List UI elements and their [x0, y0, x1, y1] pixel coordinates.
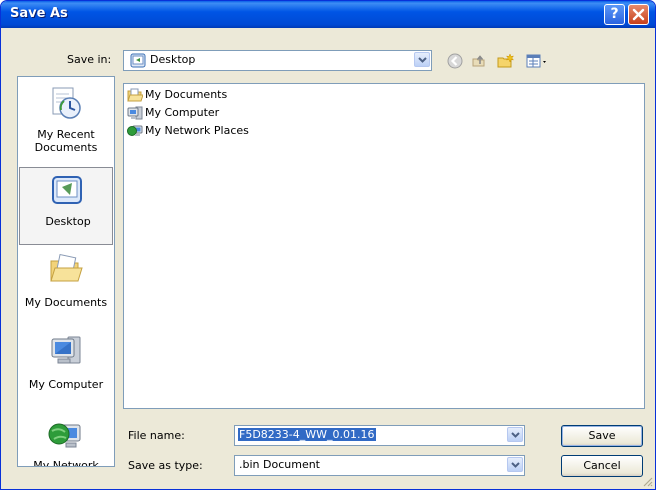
save-as-type-label: Save as type: [128, 459, 203, 472]
file-name-input[interactable]: F5D8233-4_WW_0.01.16 [234, 425, 525, 446]
save-as-type-dropdown[interactable]: .bin Document [234, 455, 525, 476]
place-label: My Network [33, 459, 99, 467]
save-as-type-value: .bin Document [239, 458, 320, 471]
place-label: My Computer [28, 378, 104, 391]
close-icon [632, 8, 645, 21]
desktop-icon [130, 53, 146, 68]
place-my-network[interactable]: My Network [18, 417, 114, 467]
computer-icon [51, 336, 81, 364]
new-folder-icon[interactable] [497, 53, 515, 69]
save-as-type-dropdown-button[interactable] [507, 457, 523, 472]
save-in-value: Desktop [150, 53, 196, 66]
place-desktop[interactable]: Desktop [19, 167, 113, 245]
file-list[interactable]: My Documents My Computer My Network Plac… [123, 83, 645, 409]
file-name: My Network Places [145, 124, 249, 137]
chevron-down-icon [511, 432, 520, 438]
file-name-value: F5D8233-4_WW_0.01.16 [238, 428, 376, 441]
places-bar: My Recent Documents Desktop My Documents [17, 76, 115, 467]
save-button[interactable]: Save [561, 425, 643, 447]
cancel-button[interactable]: Cancel [561, 455, 643, 477]
place-my-computer[interactable]: My Computer [18, 333, 114, 413]
place-label-line2: Documents [34, 141, 98, 154]
resize-grip-icon[interactable] [642, 476, 653, 487]
place-my-recent-documents[interactable]: My Recent Documents [18, 85, 114, 165]
place-label: My Recent [37, 128, 95, 141]
computer-icon [127, 106, 143, 120]
place-label: Desktop [45, 215, 91, 228]
file-name: My Documents [145, 88, 228, 101]
save-in-dropdown-button[interactable] [414, 52, 430, 67]
file-name: My Computer [145, 106, 220, 119]
help-button[interactable]: ? [604, 4, 625, 25]
chevron-down-icon [511, 462, 520, 468]
recent-documents-icon [52, 87, 81, 119]
chevron-down-icon [418, 57, 427, 63]
file-name-dropdown-button[interactable] [507, 427, 523, 442]
up-folder-icon[interactable] [471, 53, 487, 69]
place-my-documents[interactable]: My Documents [18, 251, 114, 331]
window-title: Save As [10, 6, 68, 21]
back-icon[interactable] [447, 53, 463, 69]
documents-folder-icon [127, 88, 143, 102]
view-menu-icon[interactable] [526, 53, 550, 69]
save-in-label: Save in: [67, 53, 112, 66]
desktop-icon [52, 176, 82, 204]
network-icon [48, 423, 81, 448]
close-button[interactable] [628, 4, 649, 25]
place-label: My Documents [24, 296, 108, 309]
save-as-dialog: Save As ? Save in: Desktop My Recent Doc… [0, 0, 656, 490]
title-bar[interactable]: Save As ? [1, 1, 655, 28]
documents-folder-icon [50, 253, 83, 282]
file-name-label: File name: [128, 429, 185, 442]
network-places-icon [127, 125, 143, 136]
help-icon: ? [610, 6, 619, 22]
save-in-dropdown[interactable]: Desktop [123, 50, 432, 71]
